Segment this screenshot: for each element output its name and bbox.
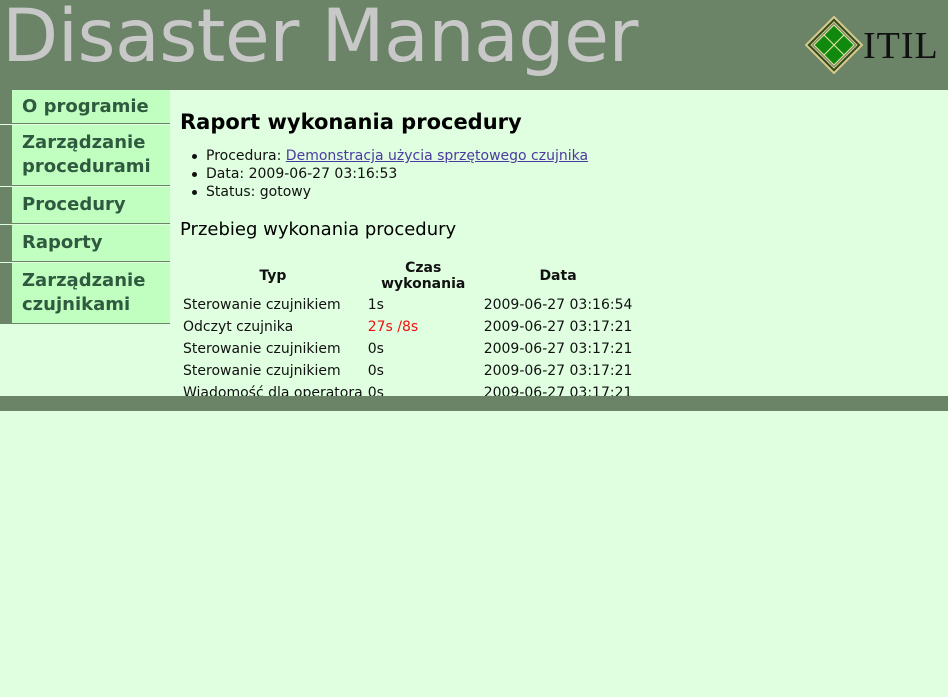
- sidebar-item-raporty[interactable]: Raporty: [0, 225, 170, 262]
- sidebar-item-label: Zarządzanie czujnikami: [22, 270, 146, 315]
- logo-text: ITIL: [863, 25, 939, 67]
- procedure-label: Procedura:: [206, 148, 286, 164]
- cell-date: 2009-06-27 03:17:21: [483, 319, 633, 335]
- cell-type: Odczyt czujnika: [183, 319, 294, 335]
- sidebar-item-label: Raporty: [22, 232, 103, 253]
- execution-table: Typ Czas wykonania Data Sterowanie czujn…: [180, 258, 634, 404]
- page-title: Raport wykonania procedury: [180, 110, 522, 134]
- sidebar-item-label: Procedury: [22, 194, 126, 215]
- sidebar-nav: O programie Zarządzanie procedurami Proc…: [0, 90, 170, 325]
- status-value: gotowy: [259, 184, 312, 200]
- itil-logo-diamond-icon: [805, 16, 863, 74]
- cell-type: Sterowanie czujnikiem: [183, 363, 341, 379]
- itil-logo: ITIL: [805, 16, 948, 74]
- column-header-date: Data: [539, 268, 577, 284]
- header: Disaster Manager ITIL: [0, 0, 948, 90]
- date-value: 2009-06-27 03:16:53: [248, 166, 398, 182]
- cell-type: Sterowanie czujnikiem: [183, 341, 341, 357]
- table-row: Sterowanie czujnikiem 0s 2009-06-27 03:1…: [180, 338, 634, 360]
- footer-bar: [0, 396, 948, 411]
- table-header-row: Typ Czas wykonania Data: [180, 258, 634, 294]
- cell-time-warning: 27s /8s: [367, 319, 419, 335]
- procedure-link[interactable]: Demonstracja użycia sprzętowego czujnika: [286, 148, 588, 164]
- sidebar-item-label: Zarządzanie procedurami: [22, 132, 151, 177]
- sidebar-item-procedury[interactable]: Procedury: [0, 187, 170, 224]
- status-label: Status:: [206, 184, 260, 200]
- cell-time: 0s: [367, 341, 384, 357]
- cell-date: 2009-06-27 03:17:21: [483, 341, 633, 357]
- sidebar-item-zarzadzanie-czujnikami[interactable]: Zarządzanie czujnikami: [0, 263, 170, 324]
- sidebar-item-label: O programie: [22, 96, 149, 117]
- cell-time: 0s: [367, 363, 384, 379]
- table-row: Odczyt czujnika 27s /8s 2009-06-27 03:17…: [180, 316, 634, 338]
- table-row: Sterowanie czujnikiem 0s 2009-06-27 03:1…: [180, 360, 634, 382]
- site-title: Disaster Manager: [2, 0, 639, 79]
- info-procedure: Procedura: Demonstracja użycia sprzętowe…: [192, 147, 940, 165]
- report-info-list: Procedura: Demonstracja użycia sprzętowe…: [192, 147, 940, 201]
- cell-date: 2009-06-27 03:17:21: [483, 363, 633, 379]
- info-status: Status: gotowy: [192, 183, 940, 201]
- table-row: Sterowanie czujnikiem 1s 2009-06-27 03:1…: [180, 294, 634, 316]
- info-date: Data: 2009-06-27 03:16:53: [192, 165, 940, 183]
- section-title: Przebieg wykonania procedury: [180, 219, 457, 240]
- cell-date: 2009-06-27 03:16:54: [483, 297, 633, 313]
- main-content: Raport wykonania procedury Procedura: De…: [180, 90, 940, 404]
- date-label: Data:: [206, 166, 249, 182]
- cell-time: 1s: [367, 297, 384, 313]
- sidebar-item-o-programie[interactable]: O programie: [0, 90, 170, 124]
- sidebar-item-zarzadzanie-procedurami[interactable]: Zarządzanie procedurami: [0, 125, 170, 186]
- column-header-time: Czas wykonania: [381, 260, 466, 292]
- cell-type: Sterowanie czujnikiem: [183, 297, 341, 313]
- column-header-type: Typ: [259, 268, 287, 284]
